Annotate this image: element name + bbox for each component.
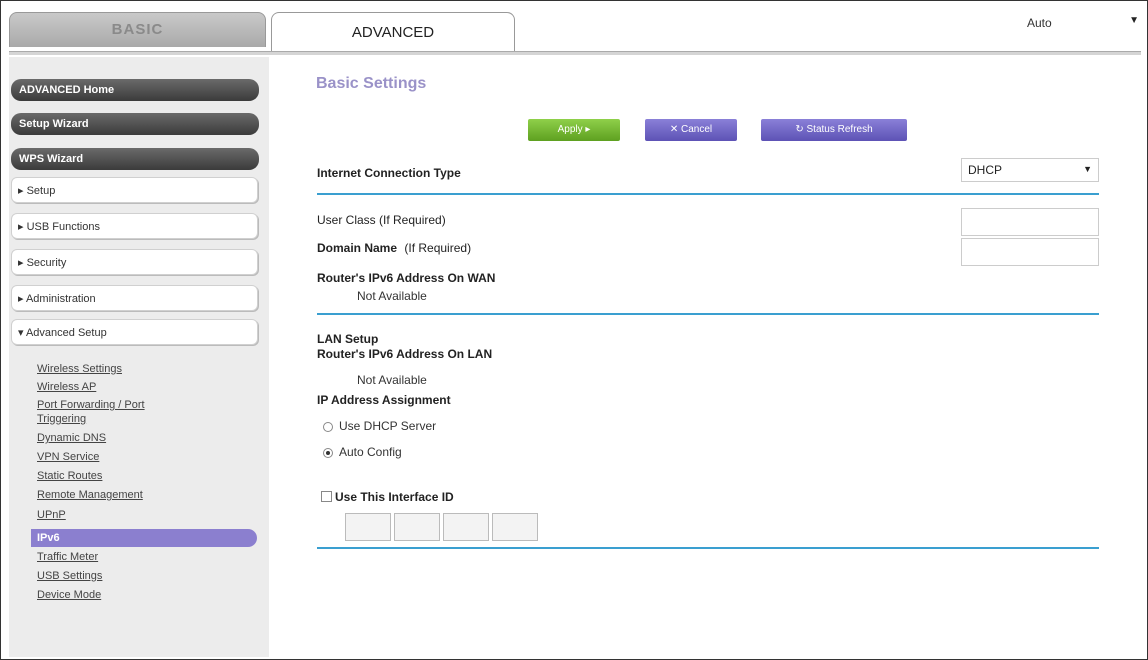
lan-setup-label: LAN Setup — [317, 332, 379, 346]
wan-ipv6-label: Router's IPv6 Address On WAN — [317, 271, 496, 285]
use-interface-id-checkbox[interactable] — [321, 491, 332, 502]
sublink-port-triggering[interactable]: Triggering — [37, 413, 86, 425]
language-select[interactable]: Auto ▼ — [1017, 13, 1141, 33]
sublink-static-routes[interactable]: Static Routes — [37, 470, 102, 482]
ip-assignment-label: IP Address Assignment — [317, 393, 451, 407]
domain-name-input[interactable] — [961, 238, 1099, 266]
cancel-button[interactable]: ✕ Cancel — [645, 119, 737, 141]
connection-type-label: Internet Connection Type — [317, 166, 461, 180]
radio-use-dhcp-label: Use DHCP Server — [339, 419, 437, 433]
user-class-input[interactable] — [961, 208, 1099, 236]
window-frame: BASIC ADVANCED Auto ▼ ADVANCED Home Setu… — [0, 0, 1148, 660]
sublink-dynamic-dns[interactable]: Dynamic DNS — [37, 432, 106, 444]
status-refresh-button[interactable]: ↻ Status Refresh — [761, 119, 907, 141]
menu-administration[interactable]: ▸ Administration — [11, 285, 258, 311]
domain-name-label-text: Domain Name — [317, 241, 398, 255]
lan-ipv6-label: Router's IPv6 Address On LAN — [317, 347, 493, 361]
menu-security[interactable]: ▸ Security — [11, 249, 258, 275]
sublink-port-forwarding[interactable]: Port Forwarding / Port — [37, 399, 145, 411]
interface-id-field-2[interactable] — [394, 513, 440, 541]
wan-ipv6-value: Not Available — [357, 289, 427, 303]
tab-advanced[interactable]: ADVANCED — [271, 12, 515, 53]
menu-setup[interactable]: ▸ Setup — [11, 177, 258, 203]
divider-1 — [317, 193, 1099, 195]
wps-wizard-button[interactable]: WPS Wizard — [11, 148, 259, 170]
divider-2 — [317, 313, 1099, 315]
connection-type-select[interactable]: DHCP ▼ — [961, 158, 1099, 182]
sublink-wireless-settings[interactable]: Wireless Settings — [37, 363, 122, 375]
setup-wizard-button[interactable]: Setup Wizard — [11, 113, 259, 135]
divider-3 — [317, 547, 1099, 549]
use-interface-id-label: Use This Interface ID — [335, 490, 454, 504]
user-class-label: User Class (If Required) — [317, 213, 446, 227]
chevron-down-icon: ▼ — [1083, 164, 1092, 174]
interface-id-field-4[interactable] — [492, 513, 538, 541]
page-title: Basic Settings — [316, 75, 427, 92]
sidebar: ADVANCED Home Setup Wizard WPS Wizard ▸ … — [9, 57, 269, 657]
interface-id-field-3[interactable] — [443, 513, 489, 541]
connection-type-value: DHCP — [968, 163, 1003, 177]
main-content: Basic Settings Apply ▸ ✕ Cancel ↻ Status… — [301, 57, 1141, 657]
sublink-ipv6[interactable]: IPv6 — [31, 529, 257, 547]
chevron-down-icon: ▼ — [1129, 15, 1139, 26]
top-bar: BASIC ADVANCED Auto ▼ — [1, 1, 1147, 55]
apply-button[interactable]: Apply ▸ — [528, 119, 620, 141]
domain-name-suffix: (If Required) — [404, 241, 472, 255]
sublink-device-mode[interactable]: Device Mode — [37, 589, 101, 601]
menu-usb-functions[interactable]: ▸ USB Functions — [11, 213, 258, 239]
sublink-vpn-service[interactable]: VPN Service — [37, 451, 99, 463]
domain-name-label: Domain Name (If Required) — [317, 241, 471, 255]
sublink-wireless-ap[interactable]: Wireless AP — [37, 381, 96, 393]
sublink-upnp[interactable]: UPnP — [37, 509, 66, 521]
sublink-traffic-meter[interactable]: Traffic Meter — [37, 551, 98, 563]
sublink-usb-settings[interactable]: USB Settings — [37, 570, 102, 582]
lan-ipv6-value: Not Available — [357, 373, 427, 387]
tab-divider — [9, 51, 1141, 55]
radio-use-dhcp[interactable] — [323, 422, 333, 432]
advanced-home-button[interactable]: ADVANCED Home — [11, 79, 259, 101]
menu-advanced-setup[interactable]: ▾ Advanced Setup — [11, 319, 258, 345]
interface-id-field-1[interactable] — [345, 513, 391, 541]
tab-basic[interactable]: BASIC — [9, 12, 266, 47]
radio-auto-config-label: Auto Config — [339, 445, 402, 459]
language-select-value: Auto — [1027, 16, 1052, 30]
sublink-remote-management[interactable]: Remote Management — [37, 489, 143, 501]
radio-auto-config[interactable] — [323, 448, 333, 458]
